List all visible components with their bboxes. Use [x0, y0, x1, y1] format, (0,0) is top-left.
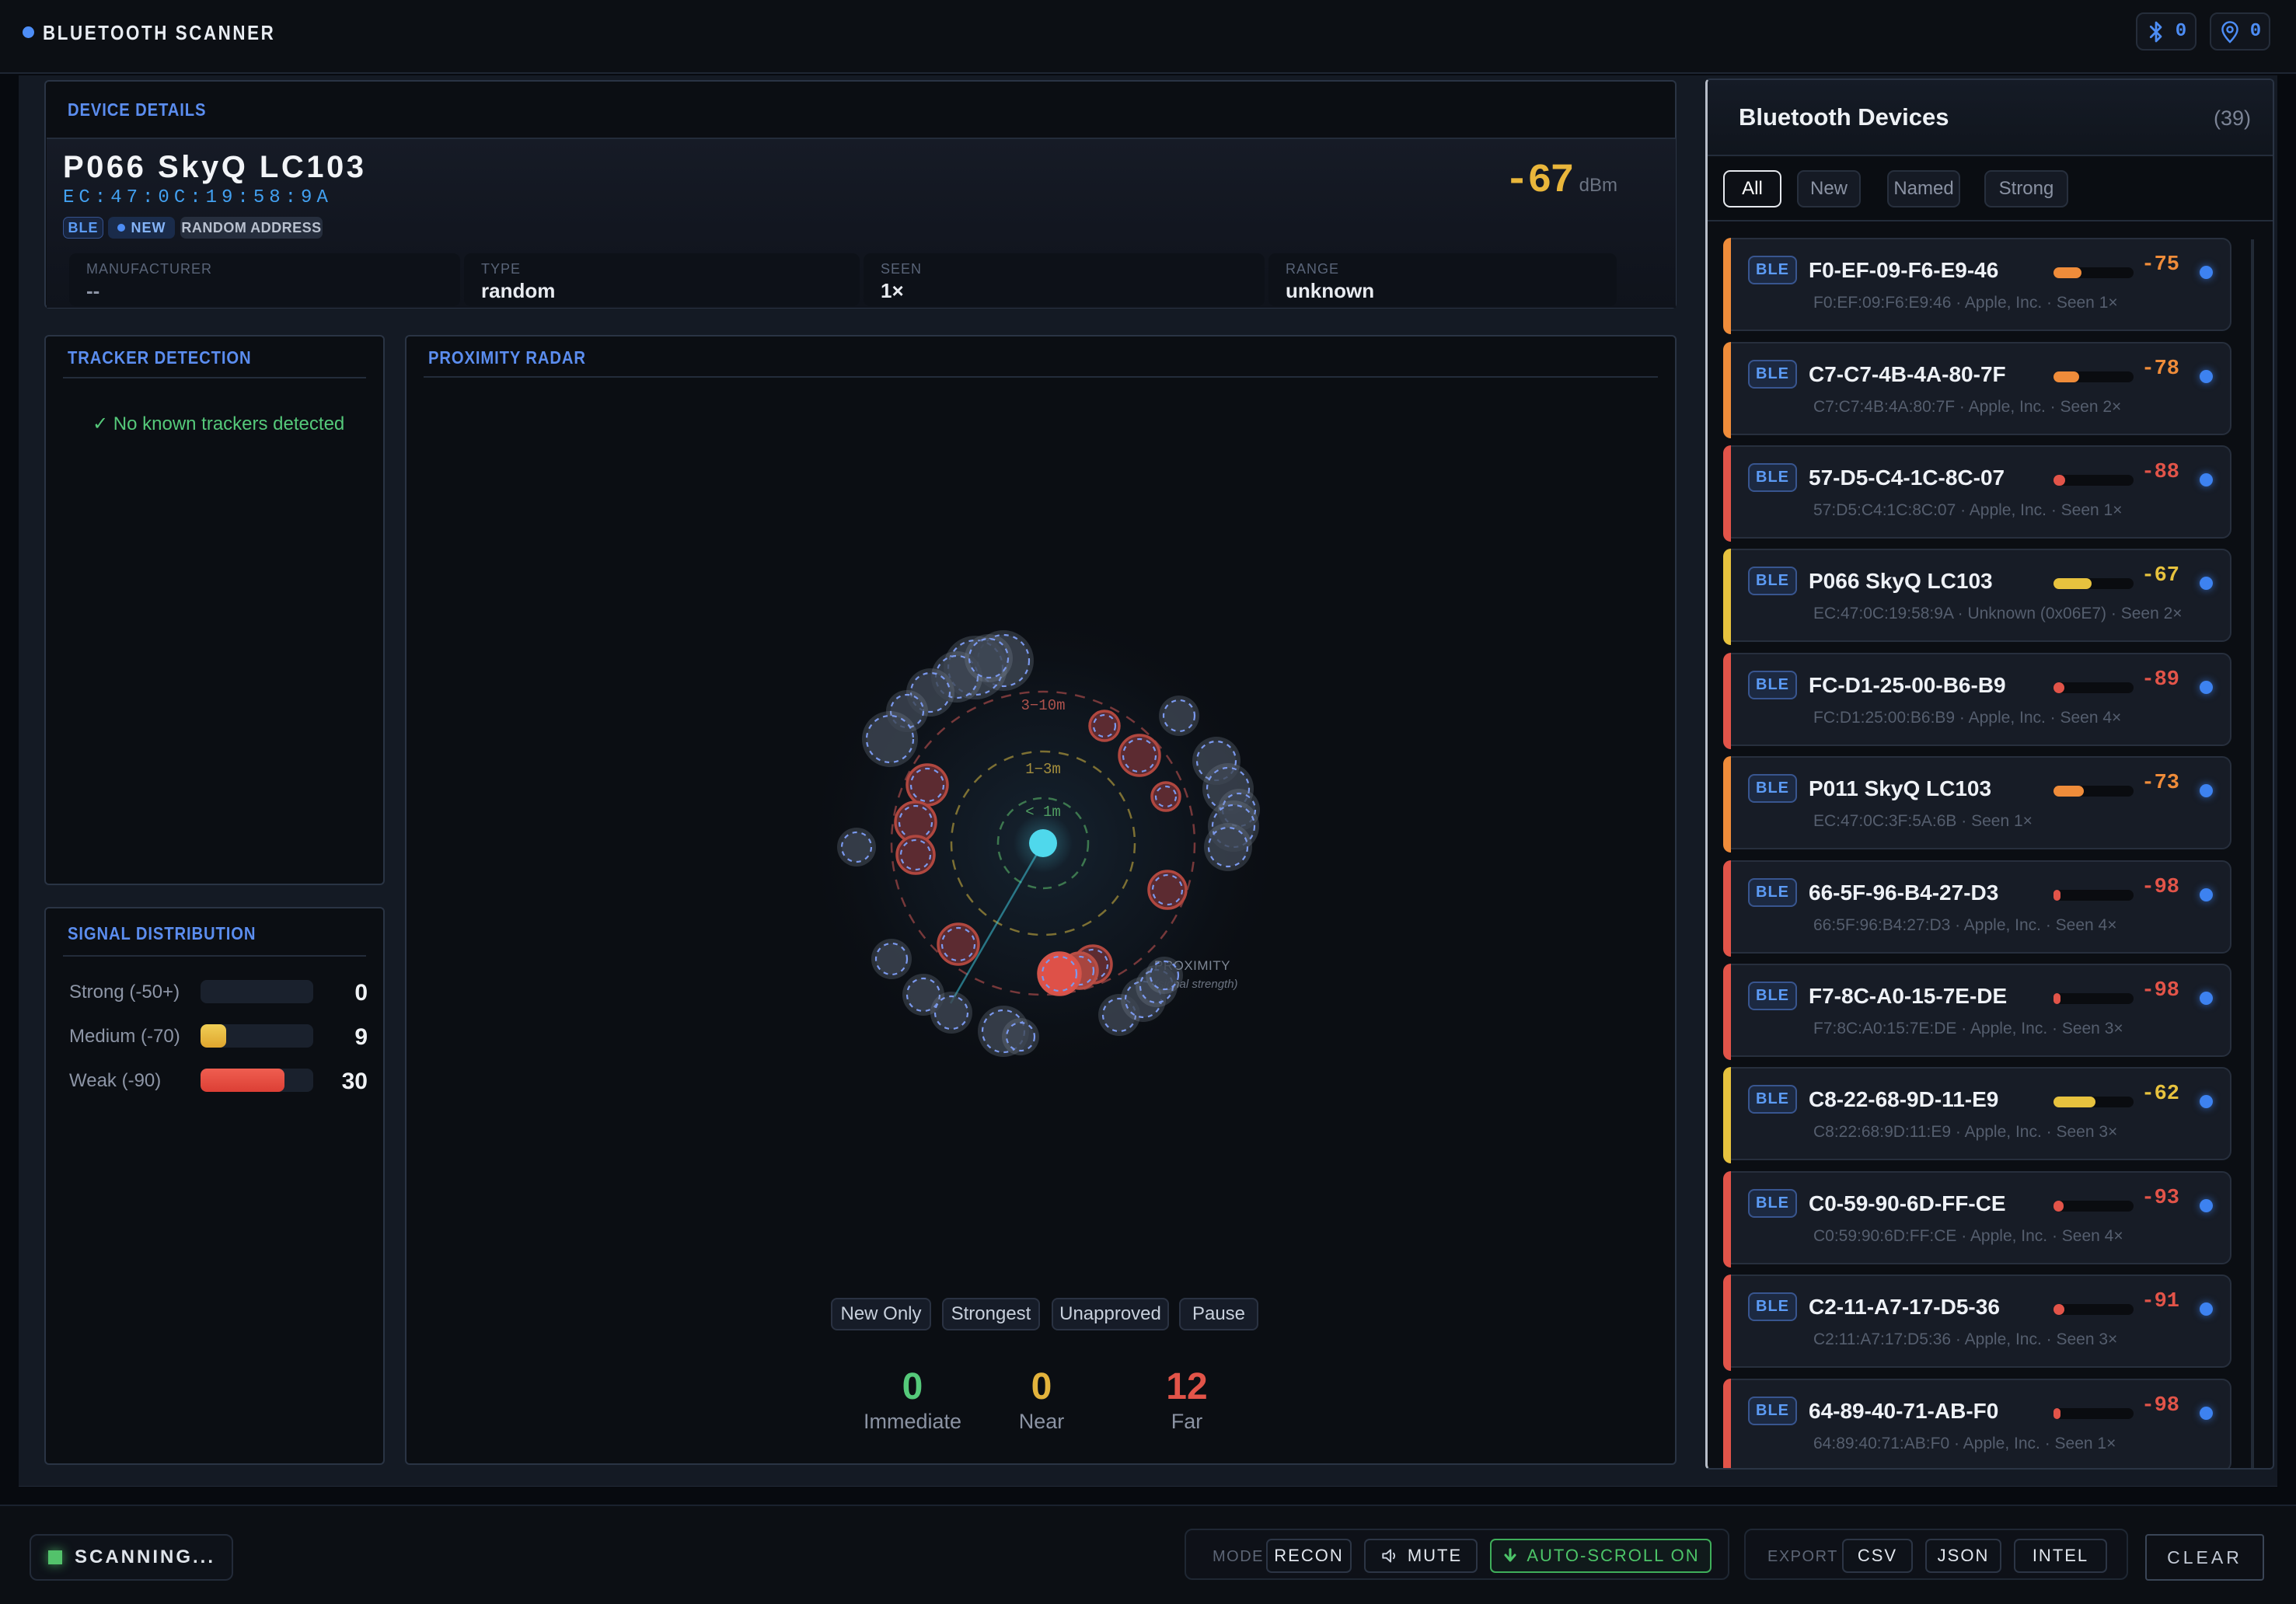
svg-text:3−10m: 3−10m — [1021, 697, 1065, 714]
svg-text:1−3m: 1−3m — [1025, 761, 1061, 778]
